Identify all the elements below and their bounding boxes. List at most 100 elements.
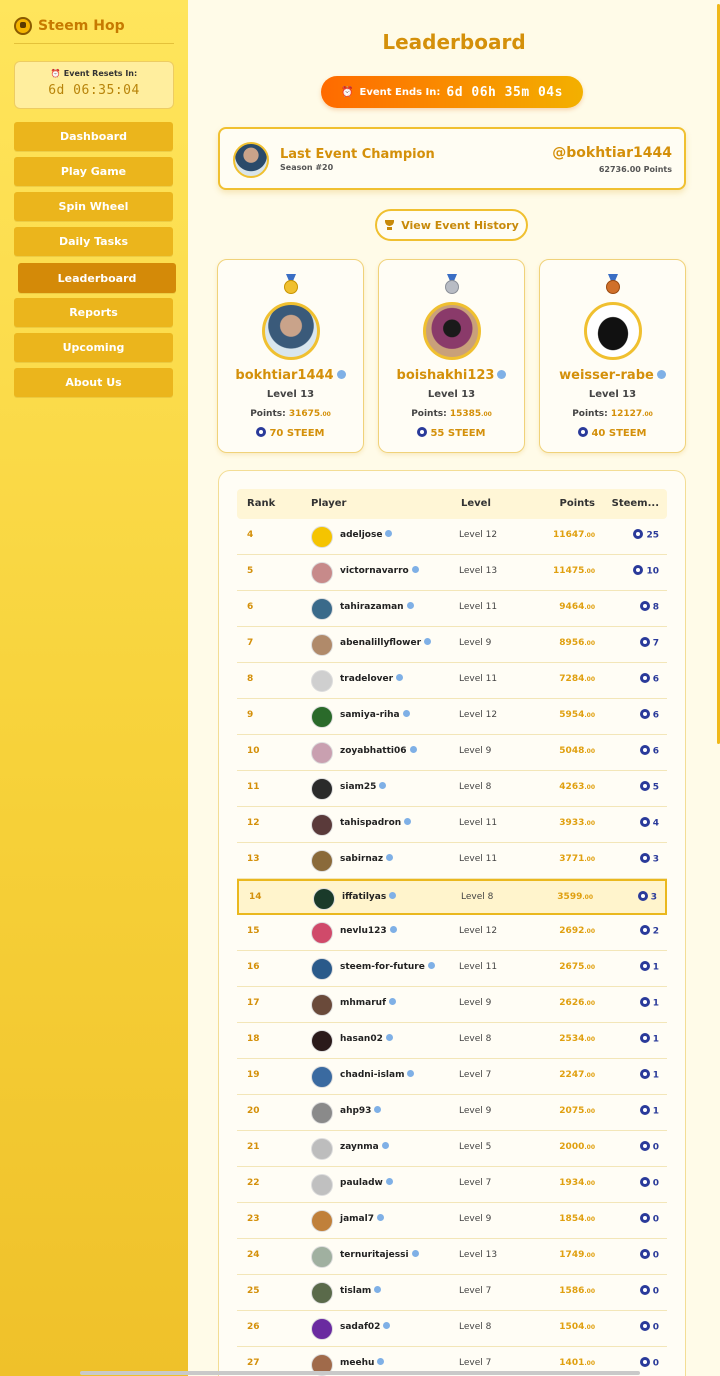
podium-player-name[interactable]: boishakhi123 xyxy=(379,368,524,383)
info-icon[interactable] xyxy=(409,746,417,753)
nav-daily-tasks[interactable]: Daily Tasks xyxy=(14,227,173,256)
row-player[interactable]: siam25 xyxy=(340,782,387,792)
header-steem[interactable]: Steem... xyxy=(612,498,659,509)
nav-upcoming[interactable]: Upcoming xyxy=(14,333,173,362)
info-icon[interactable] xyxy=(389,998,396,1005)
table-row[interactable]: 26 sadaf02 Level 8 1504.00 0 xyxy=(237,1311,667,1347)
table-row[interactable]: 22 pauladw Level 7 1934.00 0 xyxy=(237,1167,667,1203)
info-icon[interactable] xyxy=(389,892,397,899)
info-icon[interactable] xyxy=(407,1070,415,1077)
nav-spin-wheel[interactable]: Spin Wheel xyxy=(14,192,173,221)
info-icon[interactable] xyxy=(402,710,410,717)
row-player[interactable]: samiya-riha xyxy=(340,710,410,720)
row-player[interactable]: tahirazaman xyxy=(340,602,414,612)
table-row[interactable]: 10 zoyabhatti06 Level 9 5048.00 6 xyxy=(237,735,667,771)
row-player[interactable]: tislam xyxy=(340,1286,382,1296)
row-player[interactable]: ahp93 xyxy=(340,1106,382,1116)
nav-about-us[interactable]: About Us xyxy=(14,368,173,397)
info-icon[interactable] xyxy=(497,370,507,379)
header-player[interactable]: Player xyxy=(311,498,346,509)
info-icon[interactable] xyxy=(424,638,432,645)
table-row[interactable]: 23 jamal7 Level 9 1854.00 0 xyxy=(237,1203,667,1239)
row-player[interactable]: victornavarro xyxy=(340,566,419,576)
row-player[interactable]: steem-for-future xyxy=(340,962,435,972)
row-player[interactable]: zaynma xyxy=(340,1142,389,1152)
podium-player-name[interactable]: weisser-rabe xyxy=(540,368,685,383)
info-icon[interactable] xyxy=(374,1106,382,1113)
info-icon[interactable] xyxy=(396,674,404,681)
info-icon[interactable] xyxy=(381,1142,389,1149)
info-icon[interactable] xyxy=(404,818,412,825)
row-steem-value: 0 xyxy=(652,1214,659,1225)
table-row[interactable]: 4 adeljose Level 12 11647.00 25 xyxy=(237,519,667,555)
info-icon[interactable] xyxy=(376,1214,384,1221)
table-row[interactable]: 20 ahp93 Level 9 2075.00 1 xyxy=(237,1095,667,1131)
info-icon[interactable] xyxy=(336,370,346,379)
table-row[interactable]: 11 siam25 Level 8 4263.00 5 xyxy=(237,771,667,807)
table-row[interactable]: 9 samiya-riha Level 12 5954.00 6 xyxy=(237,699,667,735)
table-row[interactable]: 13 sabirnaz Level 11 3771.00 3 xyxy=(237,843,667,879)
row-player[interactable]: tradelover xyxy=(340,674,404,684)
info-icon[interactable] xyxy=(385,1178,393,1185)
info-icon[interactable] xyxy=(427,962,435,969)
info-icon[interactable] xyxy=(406,602,414,609)
champion-username[interactable]: @bokhtiar1444 xyxy=(552,145,672,161)
table-row[interactable]: 5 victornavarro Level 13 11475.00 10 xyxy=(237,555,667,591)
table-row[interactable]: 17 mhmaruf Level 9 2626.00 1 xyxy=(237,987,667,1023)
view-event-history-button[interactable]: View Event History xyxy=(375,209,528,241)
table-row[interactable]: 24 ternuritajessi Level 13 1749.00 0 xyxy=(237,1239,667,1275)
podium-player-name[interactable]: bokhtiar1444 xyxy=(218,368,363,383)
row-player[interactable]: iffatilyas xyxy=(342,892,397,902)
table-row[interactable]: 18 hasan02 Level 8 2534.00 1 xyxy=(237,1023,667,1059)
table-row[interactable]: 7 abenalillyflower Level 9 8956.00 7 xyxy=(237,627,667,663)
row-player[interactable]: hasan02 xyxy=(340,1034,393,1044)
row-player[interactable]: chadni-islam xyxy=(340,1070,415,1080)
nav-dashboard[interactable]: Dashboard xyxy=(14,122,173,151)
info-icon[interactable] xyxy=(411,1250,419,1257)
row-player[interactable]: tahispadron xyxy=(340,818,412,828)
header-rank[interactable]: Rank xyxy=(247,498,275,509)
info-icon[interactable] xyxy=(377,1358,385,1365)
podium-card-second[interactable]: boishakhi123 Level 13 Points: 15385.00 5… xyxy=(378,259,525,453)
info-icon[interactable] xyxy=(386,854,394,861)
nav-reports[interactable]: Reports xyxy=(14,298,173,327)
row-player[interactable]: pauladw xyxy=(340,1178,393,1188)
header-points[interactable]: Points xyxy=(560,498,595,509)
table-row[interactable]: 21 zaynma Level 5 2000.00 0 xyxy=(237,1131,667,1167)
table-row[interactable]: 6 tahirazaman Level 11 9464.00 8 xyxy=(237,591,667,627)
info-icon[interactable] xyxy=(389,926,397,933)
table-row[interactable]: 16 steem-for-future Level 11 2675.00 1 xyxy=(237,951,667,987)
nav-play-game[interactable]: Play Game xyxy=(14,157,173,186)
steem-coin-icon xyxy=(639,1177,650,1187)
row-player[interactable]: meehu xyxy=(340,1358,385,1368)
header-level[interactable]: Level xyxy=(461,498,491,509)
info-icon[interactable] xyxy=(385,530,393,537)
brand[interactable]: Steem Hop xyxy=(14,17,125,35)
info-icon[interactable] xyxy=(385,1034,393,1041)
table-row[interactable]: 15 nevlu123 Level 12 2692.00 2 xyxy=(237,915,667,951)
row-player[interactable]: jamal7 xyxy=(340,1214,384,1224)
row-player[interactable]: zoyabhatti06 xyxy=(340,746,417,756)
table-row[interactable]: 12 tahispadron Level 11 3933.00 4 xyxy=(237,807,667,843)
table-row[interactable]: 14 iffatilyas Level 8 3599.00 3 xyxy=(237,879,667,915)
info-icon[interactable] xyxy=(379,782,387,789)
table-row[interactable]: 19 chadni-islam Level 7 2247.00 1 xyxy=(237,1059,667,1095)
row-player[interactable]: ternuritajessi xyxy=(340,1250,419,1260)
podium-card-third[interactable]: weisser-rabe Level 13 Points: 12127.00 4… xyxy=(539,259,686,453)
table-row[interactable]: 8 tradelover Level 11 7284.00 6 xyxy=(237,663,667,699)
row-player[interactable]: abenalillyflower xyxy=(340,638,432,648)
info-icon[interactable] xyxy=(656,370,666,379)
row-player[interactable]: mhmaruf xyxy=(340,998,396,1008)
row-player[interactable]: adeljose xyxy=(340,530,393,540)
info-icon[interactable] xyxy=(383,1322,391,1329)
info-icon[interactable] xyxy=(411,566,419,573)
nav-leaderboard[interactable]: Leaderboard xyxy=(18,263,176,293)
row-player[interactable]: sadaf02 xyxy=(340,1322,391,1332)
row-player[interactable]: sabirnaz xyxy=(340,854,394,864)
table-row[interactable]: 25 tislam Level 7 1586.00 0 xyxy=(237,1275,667,1311)
horizontal-scrollbar[interactable] xyxy=(80,1371,640,1375)
info-icon[interactable] xyxy=(374,1286,382,1293)
steem-coin-icon xyxy=(639,817,650,827)
podium-card-first[interactable]: bokhtiar1444 Level 13 Points: 31675.00 7… xyxy=(217,259,364,453)
row-player[interactable]: nevlu123 xyxy=(340,926,397,936)
